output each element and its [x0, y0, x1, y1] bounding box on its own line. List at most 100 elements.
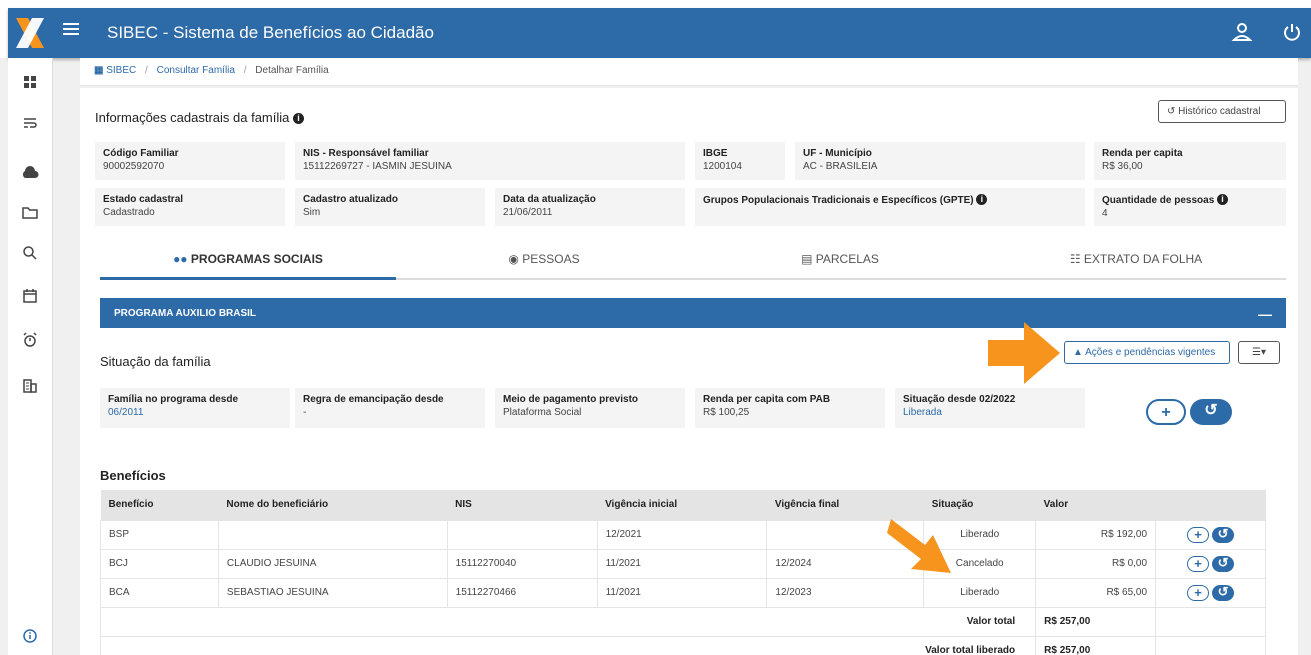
cell-beneficio: BCJ: [100, 548, 219, 578]
history-button[interactable]: ↺ Histórico cadastral: [1158, 100, 1286, 123]
cell-valor: R$ 65,00: [1035, 577, 1157, 607]
history-row-button[interactable]: ↺: [1212, 555, 1235, 572]
situation-title: Situação da família: [100, 354, 211, 369]
bank-icon: ☷: [1069, 252, 1081, 266]
cell-actions: + ↺: [1155, 519, 1266, 549]
cell-vig-inicial: 11/2021: [597, 548, 768, 578]
estado-cadastral-card: Estado cadastral Cadastrado: [95, 188, 285, 226]
breadcrumb-home-icon: ▦: [94, 65, 104, 76]
tabs: ●● PROGRAMAS SOCIAIS ◉ PESSOAS ▤ PARCELA…: [100, 250, 1286, 280]
data-atualizacao-label: Data da atualização: [503, 194, 596, 205]
list-icon: ▤: [801, 252, 813, 266]
tab-parcelas[interactable]: ▤ PARCELAS: [692, 250, 988, 280]
renda-pab-card: Renda per capita com PAB R$ 100,25: [695, 388, 885, 428]
benefits-table: Benefício Nome do beneficiário NIS Vigên…: [99, 490, 1266, 655]
total-liberado-row: Valor total liberado R$ 257,00: [99, 635, 1266, 655]
cell-actions: + ↺: [1155, 577, 1266, 607]
info-icon[interactable]: i: [293, 113, 304, 124]
uf-municipio-label: UF - Município: [803, 148, 872, 159]
add-row-button[interactable]: +: [1187, 555, 1210, 572]
meio-pagamento-value: Plataforma Social: [503, 407, 582, 418]
building-icon[interactable]: [20, 376, 40, 396]
options-menu-button[interactable]: ☰▾: [1238, 341, 1280, 364]
power-icon[interactable]: [1281, 21, 1303, 43]
breadcrumb-sibec[interactable]: SIBEC: [106, 65, 136, 76]
data-atualizacao-card: Data da atualização 21/06/2011: [495, 188, 685, 226]
calendar-icon[interactable]: [20, 286, 40, 306]
regra-emancipacao-value: -: [303, 407, 307, 418]
dashboard-icon[interactable]: [20, 72, 40, 92]
uf-municipio-value: AC - BRASILEIA: [803, 161, 878, 172]
meio-pagamento-card: Meio de pagamento previsto Plataforma So…: [495, 388, 685, 428]
total-label: Valor total: [99, 606, 1037, 636]
codigo-familiar-value: 90002592070: [103, 161, 165, 172]
add-button[interactable]: +: [1146, 399, 1186, 425]
user-icon[interactable]: [1231, 21, 1253, 43]
app-title: SIBEC - Sistema de Benefícios ao Cidadão: [107, 23, 434, 42]
gpte-card: Grupos Populacionais Tradicionais e Espe…: [695, 188, 1085, 226]
info-icon[interactable]: i: [976, 194, 988, 205]
family-info-title: Informações cadastrais da família i: [95, 110, 304, 125]
tab-extrato-da-folha[interactable]: ☷ EXTRATO DA FOLHA: [988, 250, 1284, 280]
alarm-icon[interactable]: [20, 330, 40, 350]
cloud-upload-icon[interactable]: [20, 163, 40, 183]
family-info-title-text: Informações cadastrais da família: [95, 110, 290, 125]
folder-icon[interactable]: [20, 203, 40, 223]
quantidade-pessoas-label-wrapper: Quantidade de pessoas i: [1102, 194, 1278, 206]
cell-nis: [447, 519, 598, 549]
quantidade-pessoas-value: 4: [1102, 208, 1108, 219]
tab-extrato-da-folha-label: EXTRATO DA FOLHA: [1083, 252, 1203, 266]
add-row-button[interactable]: +: [1187, 526, 1210, 543]
cell-vig-final: 12/2023: [766, 577, 925, 607]
family-detail-panel: Informações cadastrais da família i ↺ Hi…: [80, 88, 1298, 655]
tab-pessoas[interactable]: ◉ PESSOAS: [396, 250, 692, 280]
cell-beneficio: BSP: [100, 519, 219, 549]
cell-vig-inicial: 12/2021: [597, 519, 768, 549]
data-atualizacao-value: 21/06/2011: [503, 207, 553, 218]
breadcrumb-separator: /: [243, 65, 247, 76]
total-row: Valor total R$ 257,00: [99, 606, 1266, 636]
col-beneficio: Benefício: [100, 490, 219, 520]
sidebar: [8, 58, 53, 655]
table-row: BCA SEBASTIAO JESUINA 15112270466 11/202…: [100, 577, 1266, 607]
familia-desde-label: Família no programa desde: [108, 394, 239, 405]
add-row-button[interactable]: +: [1187, 584, 1210, 601]
history-round-button[interactable]: ↺: [1190, 399, 1232, 425]
header: SIBEC - Sistema de Benefícios ao Cidadão: [8, 8, 1311, 58]
cell-vig-inicial: 11/2021: [597, 577, 768, 607]
history-button-label: Histórico cadastral: [1178, 106, 1261, 117]
ibge-card: IBGE 1200104: [695, 142, 785, 180]
regra-emancipacao-label: Regra de emancipação desde: [303, 394, 444, 405]
ibge-value: 1200104: [703, 161, 742, 172]
info-circle-icon[interactable]: [20, 626, 40, 646]
history-row-button[interactable]: ↺: [1212, 526, 1235, 543]
renda-per-capita-card: Renda per capita R$ 36,00: [1094, 142, 1286, 180]
actions-pending-label: Ações e pendências vigentes: [1085, 347, 1216, 358]
ibge-label: IBGE: [703, 148, 728, 159]
menu-toggle-icon[interactable]: [63, 23, 79, 35]
total-liberado-label: Valor total liberado: [99, 635, 1037, 655]
quantidade-pessoas-label: Quantidade de pessoas: [1102, 195, 1215, 206]
breadcrumb-consultar-familia[interactable]: Consultar Família: [157, 65, 235, 76]
cell-nome: SEBASTIAO JESUINA: [218, 577, 448, 607]
history-row-button[interactable]: ↺: [1212, 584, 1235, 601]
gpte-label-wrapper: Grupos Populacionais Tradicionais e Espe…: [703, 194, 1077, 206]
breadcrumb-current: Detalhar Família: [255, 65, 329, 76]
program-header[interactable]: PROGRAMA AUXILIO BRASIL —: [100, 298, 1286, 328]
col-valor: Valor: [1035, 490, 1156, 520]
users-icon: ●●: [173, 252, 188, 266]
meio-pagamento-label: Meio de pagamento previsto: [503, 394, 639, 405]
search-icon[interactable]: [20, 243, 40, 263]
estado-cadastral-label: Estado cadastral: [103, 194, 184, 205]
actions-pending-button[interactable]: ▲ Ações e pendências vigentes: [1064, 341, 1230, 364]
history-icon: ↺: [1204, 402, 1218, 419]
wrap-text-icon[interactable]: [20, 113, 40, 133]
uf-municipio-card: UF - Município AC - BRASILEIA: [795, 142, 1085, 180]
tab-programas-sociais[interactable]: ●● PROGRAMAS SOCIAIS: [100, 250, 396, 280]
benefits-title: Benefícios: [100, 468, 166, 483]
renda-per-capita-label: Renda per capita: [1102, 148, 1183, 159]
familia-desde-value: 06/2011: [108, 407, 144, 418]
caixa-logo: [16, 18, 44, 48]
info-icon[interactable]: i: [1217, 194, 1229, 205]
collapse-icon[interactable]: —: [1258, 306, 1272, 322]
